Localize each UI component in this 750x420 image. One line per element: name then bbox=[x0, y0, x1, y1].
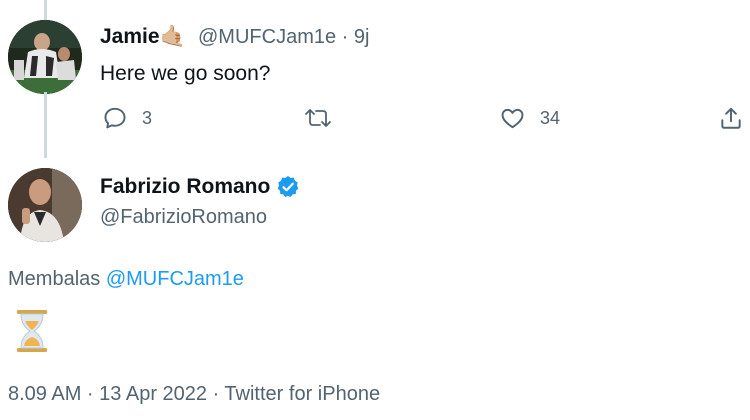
like-icon bbox=[501, 108, 524, 129]
main-author-name-text: Fabrizio Romano bbox=[100, 175, 271, 198]
avatar-jamie[interactable] bbox=[8, 20, 82, 94]
reply-author-handle-line: @MUFCJam1e · 9j bbox=[198, 26, 369, 49]
avatar-fabrizio[interactable] bbox=[8, 168, 82, 242]
verified-badge-icon bbox=[277, 175, 299, 198]
retweet-button[interactable] bbox=[303, 105, 347, 131]
avatar-fabrizio-image bbox=[8, 168, 82, 242]
replying-to-link[interactable]: @MUFCJam1e bbox=[106, 268, 244, 290]
reply-text: Here we go soon? bbox=[100, 62, 271, 85]
avatar-jamie-image bbox=[8, 20, 82, 94]
tweet-emoji: ⏳ bbox=[16, 309, 48, 358]
reply-author-name[interactable]: Jamie🤙🏼 bbox=[100, 25, 186, 49]
thread-line-connector bbox=[44, 92, 47, 158]
retweet-icon bbox=[305, 109, 331, 127]
reply-time[interactable]: 9j bbox=[354, 26, 370, 48]
reply-author-handle[interactable]: @MUFCJam1e bbox=[198, 26, 336, 48]
replying-to-line: Membalas @MUFCJam1e bbox=[8, 268, 244, 291]
like-button[interactable]: 34 bbox=[499, 105, 560, 131]
share-button[interactable] bbox=[718, 105, 744, 131]
main-author-name[interactable]: Fabrizio Romano bbox=[100, 174, 301, 200]
like-count: 34 bbox=[540, 107, 561, 128]
reply-icon bbox=[104, 107, 126, 129]
reply-author-name-text: Jamie bbox=[100, 25, 160, 48]
hand-emoji-icon: 🤙🏼 bbox=[159, 25, 186, 48]
main-author-handle[interactable]: @FabrizioRomano bbox=[100, 206, 267, 229]
tweet-meta: 8.09 AM · 13 Apr 2022 · Twitter for iPho… bbox=[8, 383, 381, 405]
reply-button[interactable]: 3 bbox=[102, 105, 152, 131]
reply-count: 3 bbox=[142, 107, 153, 128]
thread-line-top bbox=[44, 0, 47, 20]
share-icon bbox=[721, 107, 741, 129]
hourglass-icon bbox=[17, 310, 47, 352]
dot-separator: · bbox=[341, 26, 349, 48]
replying-to-prefix: Membalas bbox=[8, 268, 101, 290]
